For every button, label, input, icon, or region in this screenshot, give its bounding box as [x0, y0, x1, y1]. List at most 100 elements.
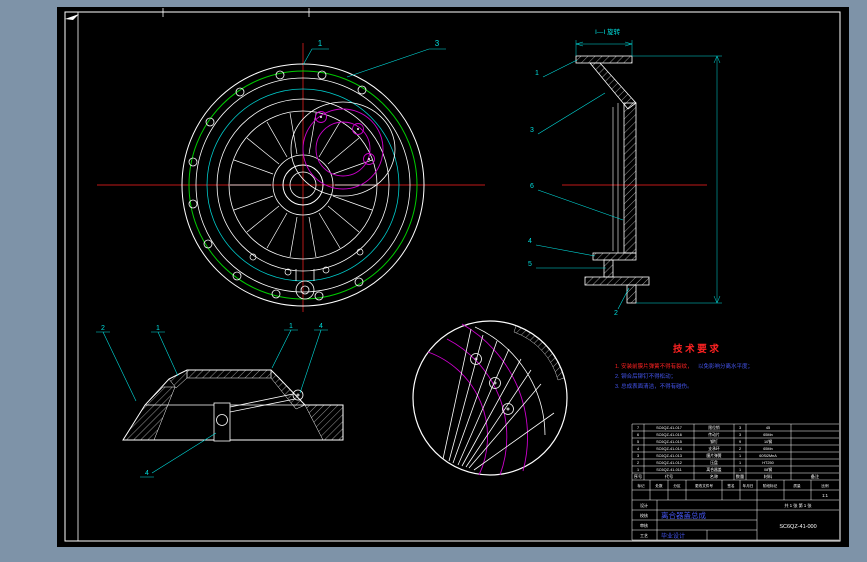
release-lever-feature [290, 101, 396, 197]
svg-text:1: 1 [739, 468, 741, 472]
corner-arrow-icon [65, 14, 79, 20]
svg-text:60Si2MnA: 60Si2MnA [759, 454, 777, 458]
dimensions [575, 40, 722, 304]
svg-text:2: 2 [739, 447, 741, 451]
svg-text:3: 3 [637, 454, 639, 458]
svg-text:铆钉: 铆钉 [710, 439, 718, 444]
drawing-canvas[interactable]: 1 3 Ⅰ—Ⅰ 旋转 1 3 6 4 5 2 2 1 1 4 4 技 术 要 求… [57, 7, 849, 547]
svg-text:支承环: 支承环 [708, 446, 720, 451]
svg-text:序号: 序号 [634, 473, 642, 480]
svg-text:HT250: HT250 [762, 461, 773, 465]
section-view: Ⅰ—Ⅰ 旋转 1 3 6 4 5 2 [528, 27, 722, 317]
svg-text:10钢: 10钢 [764, 439, 772, 444]
svg-text:膜片弹簧: 膜片弹簧 [706, 453, 721, 458]
tech-requirements: 技 术 要 求 1. 安装前膜片弹簧不得有裂纹， 以免影响分离水平度； 2. 铆… [615, 343, 753, 390]
drawing-sheet: 1 3 Ⅰ—Ⅰ 旋转 1 3 6 4 5 2 2 1 1 4 4 技 术 要 求… [57, 7, 849, 547]
svg-text:1: 1 [637, 468, 639, 472]
balloon: 4 [528, 238, 532, 245]
svg-text:年月日: 年月日 [743, 483, 754, 488]
balloon-3: 3 [435, 39, 440, 48]
section-cut-shapes [575, 55, 650, 304]
balloon: 3 [530, 127, 534, 134]
svg-text:SC6QZ-41-014: SC6QZ-41-014 [656, 447, 682, 451]
svg-text:45: 45 [766, 426, 770, 430]
bom-headers: 序号 代号 名称 数量 材料 备注 [634, 473, 820, 480]
title-block: 标记 处数 分区 更改文件号 签名 年月日 设计 校核 审核 工艺 阶段标记 质… [632, 480, 839, 541]
svg-text:SC6QZ-41-016: SC6QZ-41-016 [656, 433, 682, 437]
balloon: 2 [101, 325, 105, 332]
svg-text:材料: 材料 [764, 473, 773, 480]
balloon-1: 1 [318, 39, 323, 48]
svg-text:4: 4 [637, 447, 639, 451]
balloon: 6 [530, 183, 534, 190]
balloon: 4 [319, 323, 323, 330]
svg-text:限位销: 限位销 [708, 425, 720, 430]
tech-req-note1b: 以免影响分离水平度； [698, 362, 753, 370]
svg-text:3: 3 [739, 426, 741, 430]
svg-text:校核: 校核 [640, 512, 648, 518]
balloon: 5 [528, 261, 532, 268]
svg-text:数量: 数量 [736, 473, 744, 480]
svg-text:标记: 标记 [637, 483, 645, 488]
svg-text:工艺: 工艺 [640, 533, 648, 538]
svg-text:分区: 分区 [673, 483, 681, 488]
parts-table: 序号 代号 名称 数量 材料 备注 7 SC6QZ-41-017 限位销 3 45 6S… [631, 423, 839, 540]
svg-text:备注: 备注 [811, 473, 820, 480]
tech-req-note3: 3. 总成表面清洁，不得有碰伤。 [615, 382, 693, 390]
bottom-section-view: 2 1 1 4 4 [96, 323, 344, 478]
svg-text:9: 9 [739, 440, 741, 444]
svg-text:离合器盖: 离合器盖 [706, 467, 721, 472]
bottom-lug [295, 269, 315, 300]
svg-text:2: 2 [637, 461, 639, 465]
svg-text:3: 3 [739, 433, 741, 437]
svg-text:签名: 签名 [727, 483, 735, 488]
svg-text:SC6QZ-41-013: SC6QZ-41-013 [656, 454, 682, 458]
svg-text:7: 7 [637, 426, 639, 430]
balloon: 2 [614, 310, 618, 317]
svg-text:5: 5 [637, 440, 639, 444]
svg-text:传动片: 传动片 [708, 432, 720, 437]
svg-text:质量: 质量 [793, 483, 801, 488]
svg-text:设计: 设计 [640, 502, 648, 508]
svg-text:压盘: 压盘 [710, 460, 718, 465]
stud [213, 402, 231, 442]
bolt-holes [188, 70, 367, 301]
svg-text:审核: 审核 [640, 522, 648, 528]
svg-text:阶段标记: 阶段标记 [763, 483, 778, 488]
stage-row: 阶段标记 质量 比例 1:1 共 1 张 第 1 张 [763, 483, 829, 509]
svg-text:处数: 处数 [655, 483, 663, 488]
svg-text:SC6QZ-41-011: SC6QZ-41-011 [656, 468, 681, 472]
svg-text:更改文件号: 更改文件号 [695, 483, 713, 488]
balloon: 1 [289, 323, 293, 330]
tech-req-title: 技 术 要 求 [673, 343, 719, 355]
cone-edge-lines [612, 103, 619, 253]
tech-req-note2: 2. 铆合后铆钉不得松动； [615, 372, 676, 380]
svg-text:名称: 名称 [710, 473, 718, 480]
drawing-title: 离合器盖总成 [661, 510, 706, 520]
detail-view [412, 320, 568, 476]
front-view: 1 3 [97, 39, 485, 312]
svg-text:1: 1 [739, 454, 741, 458]
svg-text:08钢: 08钢 [764, 467, 772, 472]
mark-row: 标记 处数 分区 更改文件号 签名 年月日 [637, 483, 753, 488]
detail-fingers [442, 328, 555, 471]
svg-text:65Mn: 65Mn [763, 433, 773, 437]
cad-viewer-background: 1 3 Ⅰ—Ⅰ 旋转 1 3 6 4 5 2 2 1 1 4 4 技 术 要 求… [0, 0, 867, 562]
tech-req-note1a: 1. 安装前膜片弹簧不得有裂纹， [615, 362, 693, 370]
scale-value: 1:1 [822, 493, 828, 498]
svg-text:比例: 比例 [821, 483, 829, 488]
bom-rows: 7 SC6QZ-41-017 限位销 3 45 6 SC6QZ-41-016 传动片 3 65M… [637, 425, 777, 472]
sheet-count: 共 1 张 第 1 张 [784, 502, 812, 509]
sheet-frame [64, 8, 841, 542]
svg-text:SC6QZ-41-015: SC6QZ-41-015 [656, 440, 682, 444]
section-view-label: Ⅰ—Ⅰ 旋转 [595, 27, 621, 36]
balloon: 1 [156, 325, 160, 332]
front-balloons: 1 3 [302, 39, 446, 78]
balloon: 1 [535, 70, 539, 77]
rim-hatch [513, 325, 565, 381]
drawing-number: SC6QZ-41-000 [779, 524, 816, 530]
svg-text:SC6QZ-41-017: SC6QZ-41-017 [656, 426, 682, 430]
project-name: 毕业设计 [661, 532, 685, 540]
svg-text:1: 1 [739, 461, 741, 465]
balloon: 4 [145, 470, 149, 477]
